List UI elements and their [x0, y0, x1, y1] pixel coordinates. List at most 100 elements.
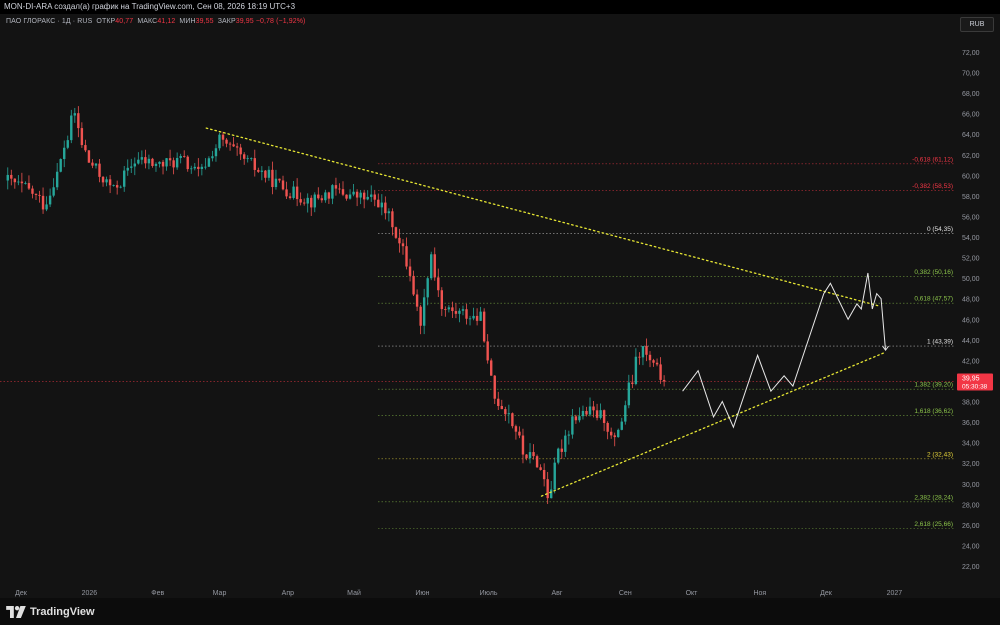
candle-body — [327, 192, 331, 199]
tradingview-logo[interactable]: TradingView — [6, 602, 95, 622]
candle-body — [571, 416, 574, 435]
fib-level-label: 0 (54,35) — [927, 226, 953, 233]
candle-body — [595, 410, 599, 418]
candle-body — [384, 202, 387, 214]
open-value: 40,77 — [115, 18, 134, 25]
candle-body — [511, 413, 514, 427]
candle-body — [10, 174, 13, 179]
candle-body — [479, 311, 482, 321]
candle-body — [620, 421, 623, 430]
price-tick-label: 60,00 — [962, 173, 980, 180]
candle-body — [278, 178, 281, 181]
candle-body — [313, 194, 316, 208]
time-tick-label: Дек — [15, 590, 28, 597]
candle-body — [415, 294, 419, 307]
candle-body — [38, 194, 41, 196]
time-tick-label: Сен — [619, 590, 632, 597]
candle-body — [355, 191, 359, 198]
projection-path — [682, 272, 886, 429]
candle-body — [592, 406, 595, 411]
price-tick-label: 32,00 — [962, 461, 980, 468]
time-axis — [0, 584, 955, 598]
price-tick-label: 70,00 — [962, 71, 980, 78]
candle-body — [422, 297, 426, 326]
change-value: −0,78 (−1,92%) — [255, 18, 306, 25]
candle-body — [87, 150, 91, 163]
candle-body — [641, 346, 645, 358]
candle-body — [497, 398, 500, 406]
candle-body — [250, 158, 253, 159]
candle-body — [158, 161, 161, 164]
candle-body — [504, 409, 507, 415]
time-tick-label: Июн — [415, 590, 429, 597]
price-chart[interactable]: 22,00 24,00 26,00 28,00 30,00 32,00 34,00 36,00… — [0, 14, 1000, 598]
candle-body — [599, 410, 602, 418]
candle-body — [144, 157, 147, 164]
candle-body — [507, 413, 511, 415]
candle-body — [246, 158, 249, 160]
candle-body — [341, 189, 345, 195]
fib-level-label: 1 (43,39) — [927, 339, 953, 346]
attribution-bar: MON-DI-ARA создал(а) график на TradingVi… — [0, 0, 1000, 14]
candle-body — [183, 155, 186, 157]
candle-body — [299, 199, 302, 203]
candle-body — [419, 306, 422, 326]
price-tick-label: 50,00 — [962, 276, 980, 283]
trendline-lower — [540, 351, 887, 497]
candle-body — [257, 169, 260, 172]
candle-body — [606, 422, 609, 432]
candle-body — [84, 145, 87, 151]
low-value: 39,55 — [195, 18, 214, 25]
candle-body — [264, 170, 267, 178]
price-tick-label: 56,00 — [962, 214, 980, 221]
candle-body — [380, 202, 384, 208]
symbol-name: ПАО ГЛОРАКС · 1Д · RUS — [6, 18, 93, 25]
price-tick-label: 64,00 — [962, 132, 980, 139]
candle-body — [624, 405, 627, 422]
tradingview-logo-text: TradingView — [30, 606, 95, 618]
candle-body — [115, 185, 119, 188]
candle-body — [451, 307, 454, 312]
candle-body — [581, 410, 585, 417]
price-tick-label: 24,00 — [962, 543, 980, 550]
candle-body — [63, 147, 66, 160]
candle-body — [204, 166, 207, 168]
candle-body — [320, 198, 324, 201]
candle-body — [295, 186, 299, 200]
candle-body — [655, 362, 659, 365]
price-tick-label: 52,00 — [962, 256, 980, 263]
price-axis — [955, 14, 1000, 598]
candle-body — [553, 462, 556, 490]
candle-body — [41, 195, 45, 210]
candle-body — [70, 115, 73, 141]
candle-body — [560, 448, 563, 452]
candle-body — [130, 166, 133, 168]
candle-body — [154, 163, 158, 166]
candle-body — [211, 156, 214, 159]
candle-body — [412, 275, 415, 295]
candle-body — [317, 194, 320, 199]
candle-body — [433, 254, 436, 278]
candle-body — [112, 185, 115, 186]
candle-body — [197, 166, 200, 170]
candle-body — [437, 277, 440, 291]
candle-body — [613, 435, 616, 438]
candle-body — [267, 169, 271, 178]
candle-body — [165, 158, 168, 167]
high-value: 41,12 — [157, 18, 176, 25]
candle-body — [662, 379, 666, 382]
candle-body — [306, 197, 309, 204]
currency-button[interactable]: RUB — [960, 17, 994, 32]
candle-body — [147, 158, 151, 164]
fib-level-label: -0,382 (58,53) — [912, 183, 953, 190]
tradingview-logo-icon — [6, 606, 26, 618]
candle-body — [359, 192, 362, 198]
candle-body — [48, 195, 52, 205]
fib-level-label: 2 (32,43) — [927, 451, 953, 458]
candle-body — [458, 310, 461, 314]
candle-body — [345, 194, 348, 199]
fib-level-label: 1,382 (39,20) — [914, 382, 953, 389]
candle-body — [172, 160, 175, 168]
candle-body — [186, 156, 189, 170]
candle-body — [426, 278, 429, 298]
